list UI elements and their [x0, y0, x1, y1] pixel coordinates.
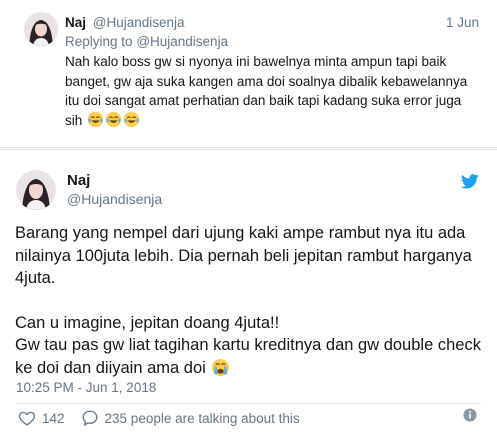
reply-text: Nah kalo boss gw si nyonya ini bawelnya …: [65, 52, 475, 130]
replying-prefix: Replying to: [65, 34, 133, 49]
tweet-text: Barang yang nempel dari ujung kaki ampe …: [15, 222, 485, 379]
crying-face-emoji: [212, 358, 230, 376]
laughing-tears-emoji: [105, 111, 122, 127]
author-handle[interactable]: @Hujandisenja: [67, 191, 162, 207]
like-count[interactable]: 142: [42, 411, 65, 426]
reply-tweet[interactable]: Naj @Hujandisenja 1 Jun Replying to @Huj…: [0, 0, 497, 148]
tweet-date[interactable]: 1 Jun: [446, 15, 479, 30]
replying-handle-link[interactable]: @Hujandisenja: [136, 34, 228, 49]
talking-about-link[interactable]: 235 people are talking about this: [105, 411, 300, 426]
tweet-timestamp[interactable]: 10:25 PM - Jun 1, 2018: [16, 380, 156, 395]
tweet-paragraph: Barang yang nempel dari ujung kaki ampe …: [15, 224, 472, 287]
twitter-bird-icon[interactable]: [461, 174, 479, 189]
tweet-actions: 142 235 people are talking about this: [18, 408, 300, 428]
tweet-paragraph: Gw tau pas gw liat tagihan kartu kreditn…: [15, 334, 485, 379]
divider: [16, 403, 481, 404]
main-tweet[interactable]: Naj @Hujandisenja Barang yang nempel dar…: [0, 149, 497, 437]
author-handle[interactable]: @Hujandisenja: [93, 15, 185, 30]
author-name[interactable]: Naj: [67, 172, 90, 189]
avatar[interactable]: [16, 170, 56, 210]
tweet-line: Gw tau pas gw liat tagihan kartu kreditn…: [15, 336, 481, 377]
laughing-tears-emoji: [123, 111, 140, 127]
heart-icon[interactable]: [18, 409, 36, 427]
tweet-paragraph: Can u imagine, jepitan doang 4juta!!: [15, 313, 280, 332]
author-name[interactable]: Naj: [65, 15, 86, 30]
reply-header: Naj @Hujandisenja: [65, 15, 185, 30]
laughing-tears-emoji: [87, 111, 104, 127]
info-icon[interactable]: [463, 408, 477, 422]
speech-bubble-icon[interactable]: [81, 409, 99, 427]
replying-to: Replying to @Hujandisenja: [65, 34, 228, 49]
avatar[interactable]: [24, 12, 58, 46]
